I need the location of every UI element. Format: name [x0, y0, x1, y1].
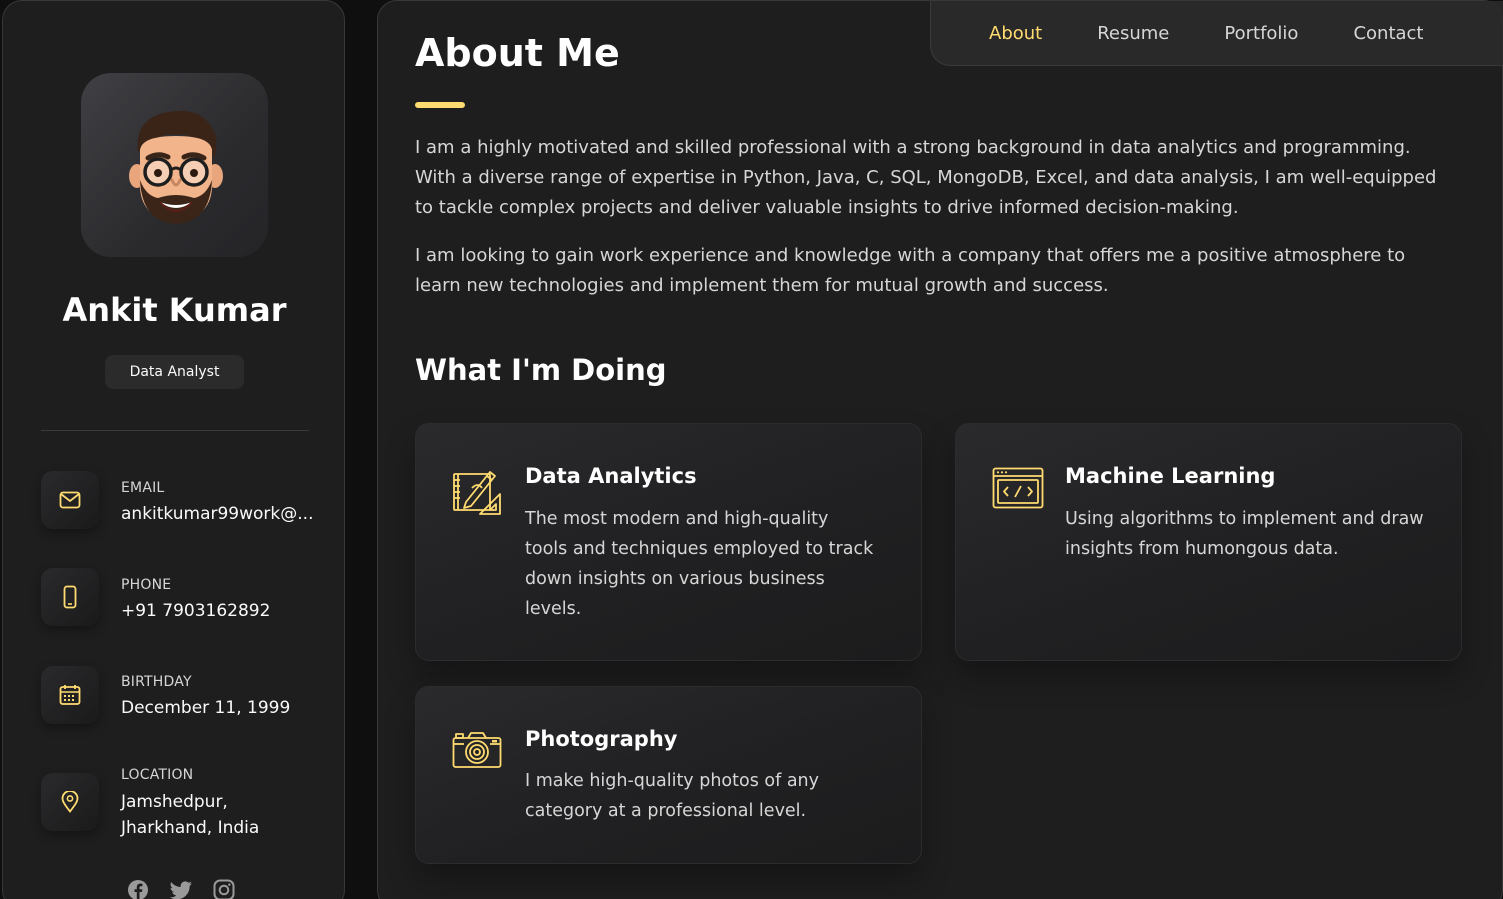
instagram-icon[interactable]: [213, 879, 235, 899]
service-card-machine-learning: Machine Learning Using algorithms to imp…: [955, 423, 1462, 661]
code-window-icon: [992, 467, 1044, 509]
nav-contact[interactable]: Contact: [1353, 23, 1423, 44]
design-tools-icon: [453, 471, 501, 515]
about-paragraph-1: I am a highly motivated and skilled prof…: [415, 137, 1437, 218]
contact-location-label: LOCATION: [121, 767, 194, 783]
navbar: About Resume Portfolio Contact: [930, 1, 1503, 66]
service-description: The most modern and high-quality tools a…: [525, 509, 874, 619]
main-content: About Resume Portfolio Contact About Me …: [377, 0, 1503, 899]
contact-email-label: EMAIL: [121, 480, 165, 496]
nav-resume[interactable]: Resume: [1097, 23, 1169, 44]
contact-phone-value[interactable]: +91 7903162892: [121, 598, 321, 624]
facebook-icon[interactable]: [127, 879, 149, 899]
profile-title-badge: Data Analyst: [105, 355, 244, 389]
about-paragraph-2: I am looking to gain work experience and…: [415, 245, 1406, 296]
page-title: About Me: [415, 31, 620, 75]
social-links: [127, 879, 235, 899]
sidebar-divider: [41, 430, 309, 431]
service-title: Data Analytics: [525, 464, 697, 488]
service-description: Using algorithms to implement and draw i…: [1065, 509, 1424, 559]
profile-name: Ankit Kumar: [62, 291, 287, 329]
service-title: Machine Learning: [1065, 464, 1276, 488]
camera-icon: [452, 732, 502, 768]
service-title: Photography: [525, 727, 678, 751]
service-description: I make high-quality photos of any catego…: [525, 771, 819, 821]
nav-about[interactable]: About: [989, 23, 1042, 44]
calendar-icon: [41, 666, 99, 724]
contact-birthday-label: BIRTHDAY: [121, 674, 192, 690]
mail-icon: [41, 471, 99, 529]
contact-birthday-value: December 11, 1999: [121, 698, 291, 718]
page: Ankit Kumar Data Analyst EMAIL ankitkuma…: [0, 0, 1503, 899]
avatar: [81, 73, 268, 257]
service-card-data-analytics: Data Analytics The most modern and high-…: [415, 423, 922, 661]
service-card-photography: Photography I make high-quality photos o…: [415, 686, 922, 864]
contact-location-value: Jamshedpur, Jharkhand, India: [121, 792, 260, 838]
location-pin-icon: [41, 773, 99, 831]
twitter-icon[interactable]: [169, 879, 193, 899]
memoji-avatar-icon: [128, 110, 223, 224]
contact-email-value[interactable]: ankitkumar99work@...: [121, 501, 321, 527]
nav-portfolio[interactable]: Portfolio: [1224, 23, 1298, 44]
sidebar: Ankit Kumar Data Analyst EMAIL ankitkuma…: [2, 0, 345, 899]
services-heading: What I'm Doing: [415, 353, 667, 387]
contact-phone-label: PHONE: [121, 577, 172, 593]
phone-icon: [41, 568, 99, 626]
title-underline: [415, 102, 465, 108]
